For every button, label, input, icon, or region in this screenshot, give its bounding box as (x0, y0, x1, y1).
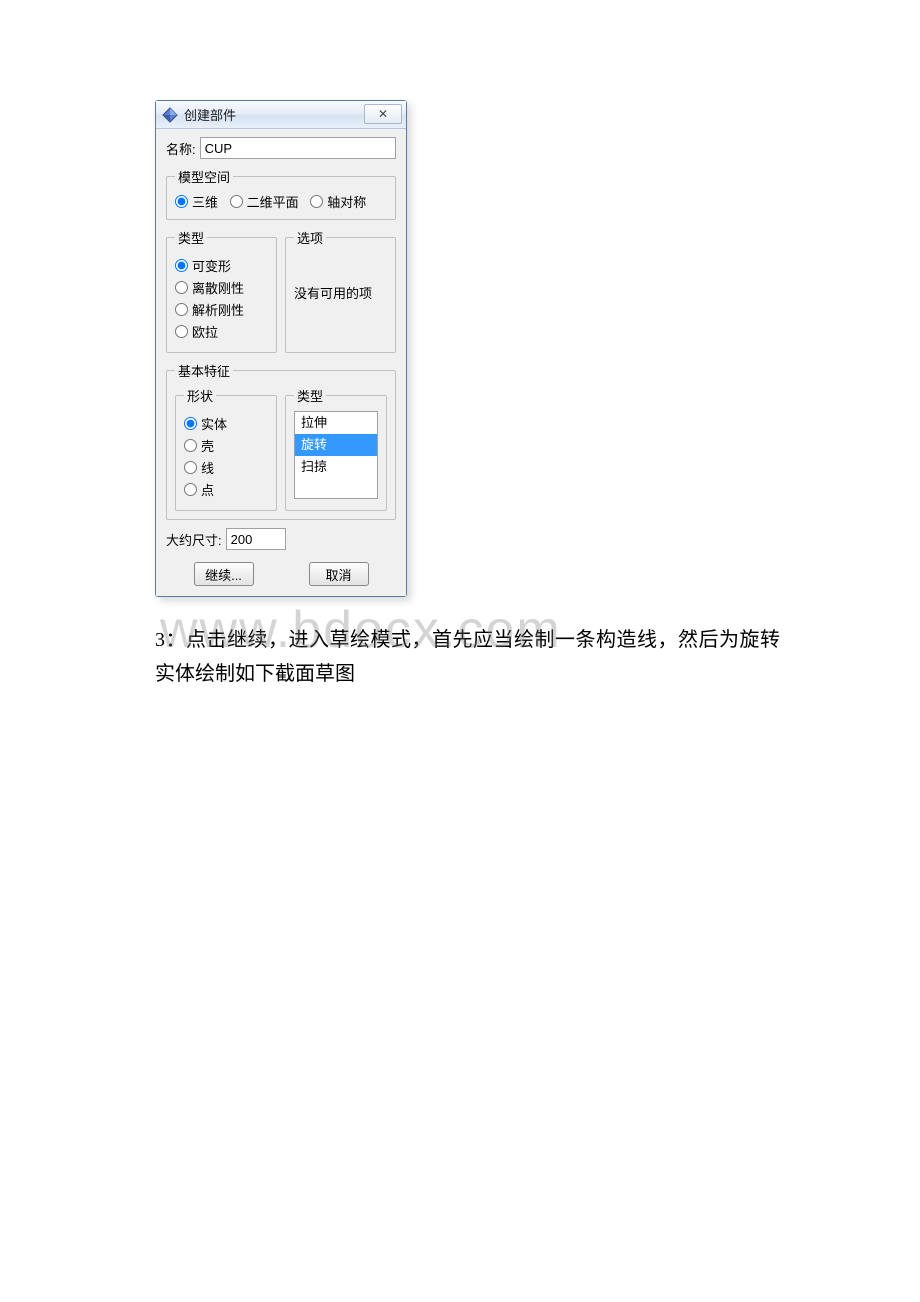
radio-analytical-rigid-label: 解析刚性 (192, 300, 244, 319)
continue-button[interactable]: 继续... (194, 562, 254, 586)
radio-3d[interactable]: 三维 (175, 192, 218, 211)
close-icon: ✕ (378, 107, 388, 121)
radio-axisym-label: 轴对称 (327, 192, 366, 211)
option-group: 选项 没有可用的项 (285, 228, 396, 353)
type-group: 类型 可变形 离散刚性 解析刚性 (166, 228, 277, 353)
radio-shell-input[interactable] (184, 439, 197, 452)
radio-2dplanar-input[interactable] (230, 195, 243, 208)
feature-type-legend: 类型 (294, 386, 326, 405)
model-space-legend: 模型空间 (175, 167, 233, 186)
base-feature-group: 基本特征 形状 实体 壳 (166, 361, 396, 520)
name-input[interactable] (200, 137, 396, 159)
button-row: 继续... 取消 (166, 560, 396, 586)
cancel-button[interactable]: 取消 (309, 562, 369, 586)
radio-solid-input[interactable] (184, 417, 197, 430)
radio-discrete-rigid-label: 离散刚性 (192, 278, 244, 297)
instruction-text: 3：点击继续，进入草绘模式，首先应当绘制一条构造线，然后为旋转实体绘制如下截面草… (155, 623, 780, 691)
radio-3d-label: 三维 (192, 192, 218, 211)
radio-point[interactable]: 点 (184, 480, 268, 499)
radio-discrete-rigid-input[interactable] (175, 281, 188, 294)
list-item-sweep[interactable]: 扫掠 (295, 456, 377, 478)
model-space-group: 模型空间 三维 二维平面 轴对称 (166, 167, 396, 220)
radio-eulerian-label: 欧拉 (192, 322, 218, 341)
radio-discrete-rigid[interactable]: 离散刚性 (175, 278, 268, 297)
feature-type-group: 类型 拉伸 旋转 扫掠 (285, 386, 387, 511)
approx-size-label: 大约尺寸: (166, 530, 222, 549)
type-legend: 类型 (175, 228, 207, 247)
radio-2dplanar[interactable]: 二维平面 (230, 192, 299, 211)
radio-solid-label: 实体 (201, 414, 227, 433)
dialog-title: 创建部件 (184, 105, 236, 124)
shape-group: 形状 实体 壳 线 (175, 386, 277, 511)
radio-wire-label: 线 (201, 458, 214, 477)
option-legend: 选项 (294, 228, 326, 247)
radio-analytical-rigid-input[interactable] (175, 303, 188, 316)
radio-axisym[interactable]: 轴对称 (310, 192, 366, 211)
radio-solid[interactable]: 实体 (184, 414, 268, 433)
create-part-dialog: 创建部件 ✕ 名称: 模型空间 三维 二维平面 (155, 100, 407, 597)
radio-deformable-label: 可变形 (192, 256, 231, 275)
feature-type-listbox[interactable]: 拉伸 旋转 扫掠 (294, 411, 378, 499)
radio-wire-input[interactable] (184, 461, 197, 474)
app-icon (162, 107, 178, 123)
close-button[interactable]: ✕ (364, 104, 402, 124)
approx-size-row: 大约尺寸: (166, 528, 396, 550)
radio-eulerian-input[interactable] (175, 325, 188, 338)
dialog-titlebar[interactable]: 创建部件 ✕ (156, 101, 406, 129)
radio-point-input[interactable] (184, 483, 197, 496)
dialog-body: 名称: 模型空间 三维 二维平面 轴对称 (156, 129, 406, 596)
name-row: 名称: (166, 137, 396, 159)
radio-eulerian[interactable]: 欧拉 (175, 322, 268, 341)
radio-3d-input[interactable] (175, 195, 188, 208)
name-label: 名称: (166, 139, 196, 158)
radio-shell-label: 壳 (201, 436, 214, 455)
radio-deformable-input[interactable] (175, 259, 188, 272)
radio-wire[interactable]: 线 (184, 458, 268, 477)
radio-2dplanar-label: 二维平面 (247, 192, 299, 211)
no-options-text: 没有可用的项 (294, 253, 387, 332)
approx-size-input[interactable] (226, 528, 286, 550)
list-item-extrude[interactable]: 拉伸 (295, 412, 377, 434)
radio-point-label: 点 (201, 480, 214, 499)
radio-analytical-rigid[interactable]: 解析刚性 (175, 300, 268, 319)
list-item-revolve[interactable]: 旋转 (295, 434, 377, 456)
base-feature-legend: 基本特征 (175, 361, 233, 380)
radio-deformable[interactable]: 可变形 (175, 256, 268, 275)
radio-axisym-input[interactable] (310, 195, 323, 208)
shape-legend: 形状 (184, 386, 216, 405)
radio-shell[interactable]: 壳 (184, 436, 268, 455)
